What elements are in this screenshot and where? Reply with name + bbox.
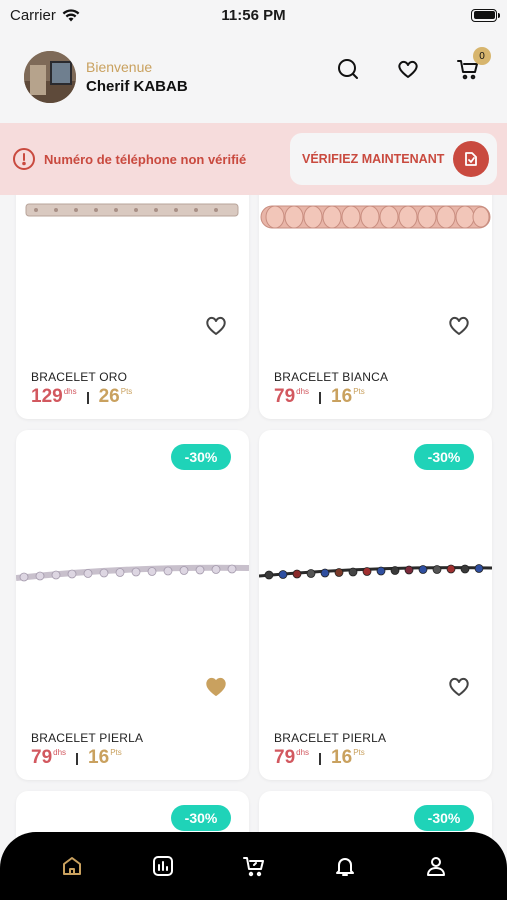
- home-icon: [62, 857, 81, 875]
- carrier-label: Carrier: [10, 6, 56, 24]
- welcome-label: Bienvenue: [86, 59, 153, 75]
- points-unit: Pts: [353, 387, 365, 396]
- avatar[interactable]: [24, 51, 76, 103]
- status-bar: Carrier 11:56 PM: [0, 0, 507, 30]
- discount-badge: -30%: [414, 805, 474, 831]
- price-unit: dhs: [296, 748, 310, 757]
- search-icon: [338, 59, 358, 79]
- heart-icon[interactable]: [446, 313, 472, 337]
- cart-button[interactable]: 0: [455, 47, 491, 82]
- verify-icon: [453, 141, 489, 177]
- price-row: 79 dhs 16 Pts: [31, 747, 122, 769]
- status-time: 11:56 PM: [221, 6, 286, 24]
- heart-icon[interactable]: [446, 674, 472, 698]
- header: Bienvenue Cherif KABAB 0: [0, 42, 507, 112]
- cart-count-badge: 0: [473, 47, 491, 65]
- points-value: 26: [98, 386, 120, 407]
- price-value: 79: [31, 747, 53, 768]
- product-image: [25, 203, 239, 217]
- points-value: 16: [331, 386, 353, 407]
- price-value: 79: [274, 386, 296, 407]
- nav-home[interactable]: [59, 853, 85, 879]
- product-image: [16, 564, 249, 582]
- phone-verification-alert: Numéro de téléphone non vérifié VÉRIFIEZ…: [0, 123, 507, 195]
- points-unit: Pts: [353, 748, 365, 757]
- product-name: BRACELET BIANCA: [274, 370, 389, 384]
- search-button[interactable]: [335, 56, 361, 82]
- wifi-icon: [62, 8, 80, 21]
- points-unit: Pts: [110, 748, 122, 757]
- nav-cart[interactable]: [241, 853, 267, 879]
- nav-profile[interactable]: [423, 853, 449, 879]
- bottom-nav: [0, 832, 507, 900]
- points-value: 16: [88, 747, 110, 768]
- discount-badge: -30%: [171, 805, 231, 831]
- favorites-button[interactable]: [395, 56, 421, 82]
- product-image: [260, 205, 491, 229]
- stats-icon: [152, 856, 173, 876]
- nav-stats[interactable]: [150, 853, 176, 879]
- product-card[interactable]: -30% BRACELET PIERLA 79 dhs 16 Pts: [259, 430, 492, 780]
- price-unit: dhs: [53, 748, 67, 757]
- price-row: 79 dhs 16 Pts: [274, 747, 365, 769]
- alert-icon: [13, 148, 35, 170]
- discount-badge: -30%: [171, 444, 231, 470]
- price-row: 129 dhs 26 Pts: [31, 386, 132, 408]
- alert-message: Numéro de téléphone non vérifié: [44, 151, 247, 167]
- price-value: 79: [274, 747, 296, 768]
- product-name: BRACELET PIERLA: [31, 731, 144, 745]
- battery-icon: [471, 8, 500, 22]
- divider: [76, 753, 79, 765]
- price-unit: dhs: [63, 387, 77, 396]
- price-row: 79 dhs 16 Pts: [274, 386, 365, 408]
- points-value: 16: [331, 747, 353, 768]
- heart-icon[interactable]: [203, 674, 229, 698]
- product-card[interactable]: -30% BRACELET PIERLA 79 dhs 16 Pts: [16, 430, 249, 780]
- divider: [86, 392, 89, 404]
- discount-badge: -30%: [414, 444, 474, 470]
- profile-icon: [426, 857, 445, 876]
- username: Cherif KABAB: [86, 78, 188, 95]
- verify-now-label: VÉRIFIEZ MAINTENANT: [302, 152, 445, 166]
- heart-icon[interactable]: [203, 313, 229, 337]
- divider: [319, 753, 322, 765]
- verify-now-button[interactable]: VÉRIFIEZ MAINTENANT: [290, 133, 497, 185]
- product-image: [259, 564, 492, 580]
- heart-icon: [398, 60, 418, 78]
- nav-notifications[interactable]: [332, 853, 358, 879]
- cart-icon: [242, 857, 264, 877]
- product-name: BRACELET ORO: [31, 370, 128, 384]
- divider: [319, 392, 322, 404]
- price-value: 129: [31, 386, 63, 407]
- price-unit: dhs: [296, 387, 310, 396]
- bell-icon: [335, 858, 354, 876]
- points-unit: Pts: [120, 387, 133, 396]
- product-name: BRACELET PIERLA: [274, 731, 387, 745]
